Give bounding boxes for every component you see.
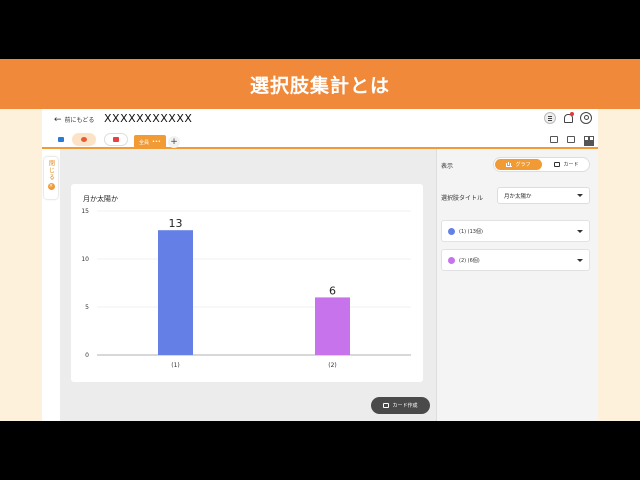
settings-panel: 表示 グラフ カード 選択肢タイトル 月か太陽か (1) (13個) (2) (… [437,149,598,421]
user-icon[interactable] [580,112,592,124]
logo-3-mark [113,137,119,142]
letterbox-bottom [0,421,640,480]
toggle-graph[interactable]: グラフ [495,159,542,170]
letterbox-top [0,0,640,59]
stage-background: ← 前にもどる XXXXXXXXXXX 全員 ••• + 閉じる × 月か太陽か… [0,109,640,421]
grid-icon[interactable] [584,136,592,144]
card-add-icon [383,403,390,408]
close-icon[interactable]: × [47,183,55,190]
chevron-down-icon [577,194,583,197]
toggle-graph-label: グラフ [515,162,531,168]
bar [158,230,193,355]
option-row-1[interactable]: (1) (13個) [441,220,590,242]
toggle-card-label: カード [563,162,579,168]
tab-menu-icon[interactable]: ••• [152,139,161,145]
tab-bar: 全員 ••• + [42,131,598,149]
card-icon [554,162,561,167]
toggle-card[interactable]: カード [543,159,590,170]
x-tick-label: (2) [328,362,337,369]
arrow-left-icon: ← [54,114,62,125]
option-color-dot [448,227,455,235]
bell-icon[interactable] [562,112,574,124]
title-select-value: 月か太陽か [504,193,532,200]
option-label: (2) (6個) [459,257,480,264]
app-window: ← 前にもどる XXXXXXXXXXX 全員 ••• + 閉じる × 月か太陽か… [42,109,598,421]
chart-canvas: 月か太陽か 0 5 10 15 13 (1) 6 (2) カード作成 [60,149,436,421]
display-toggle: グラフ カード [493,157,590,172]
bar [315,297,350,355]
top-icons [544,112,592,124]
back-button[interactable]: ← 前にもどる [54,115,94,124]
close-panel-label: 閉じる [47,160,55,181]
chart-card: 月か太陽か 0 5 10 15 13 (1) 6 (2) [71,184,423,382]
card-create-button[interactable]: カード作成 [371,397,430,414]
tab-bar-tools [550,136,592,144]
logo-2[interactable] [72,133,96,146]
card-create-label: カード作成 [392,403,418,409]
screen-icon[interactable] [567,136,575,143]
option-row-2[interactable]: (2) (6個) [441,249,590,271]
title-banner: 選択肢集計とは [0,59,640,109]
option-label: (1) (13個) [459,228,483,235]
option-color-dot [448,256,455,264]
y-tick-label: 10 [81,256,89,263]
tab-label: 全員 [139,139,150,146]
notification-dot [570,112,574,116]
logo-1[interactable] [50,133,72,146]
add-tab-button[interactable]: + [168,136,180,148]
video-icon[interactable] [550,136,558,143]
title-field-label: 選択肢タイトル [441,195,484,202]
top-bar: ← 前にもどる XXXXXXXXXXX [42,109,598,131]
left-panel: 閉じる × [42,149,60,421]
y-tick-label: 5 [85,304,89,311]
chevron-down-icon[interactable] [577,230,583,233]
y-tick-label: 0 [85,352,89,359]
menu-icon[interactable] [544,112,556,124]
y-tick-label: 15 [81,208,89,215]
data-label: 6 [329,284,336,297]
data-label: 13 [169,217,183,230]
display-label: 表示 [441,163,454,170]
logo-1-mark [58,137,64,142]
tab-all-members[interactable]: 全員 ••• [134,135,166,149]
logo-2-mark [81,137,87,142]
banner-title: 選択肢集計とは [249,74,390,97]
bar-chart: 0 5 10 15 13 (1) 6 (2) [81,208,411,369]
logo-3[interactable] [104,133,128,146]
chevron-down-icon[interactable] [577,259,583,262]
x-tick-label: (1) [171,362,180,369]
title-select[interactable]: 月か太陽か [497,187,590,204]
document-title: XXXXXXXXXXX [104,112,193,125]
bar-chart-icon [506,162,513,167]
back-label: 前にもどる [64,117,95,124]
close-panel-tab[interactable]: 閉じる × [44,157,58,199]
